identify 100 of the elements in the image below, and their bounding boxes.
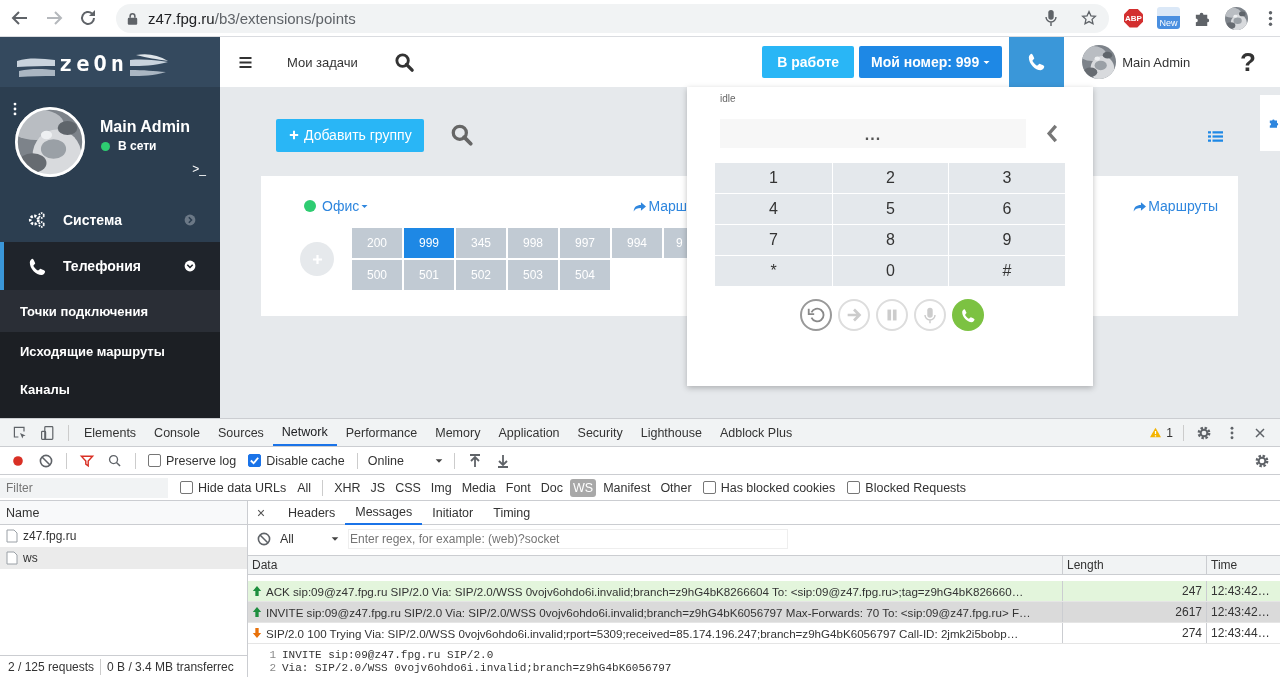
throttle-dropdown[interactable]: Online — [367, 453, 444, 468]
tasks-link[interactable]: Мои задачи — [287, 54, 358, 70]
keypad-key[interactable]: 9 — [949, 225, 1065, 255]
filter-icon[interactable] — [79, 452, 95, 469]
sidebar-item[interactable]: Телефония — [0, 242, 220, 290]
file-icon — [6, 551, 18, 565]
column-header: Name — [0, 501, 247, 525]
number-field[interactable]: ... — [720, 119, 1026, 148]
line-number: 1 — [268, 648, 277, 661]
keypad-key[interactable]: 4 — [715, 194, 832, 224]
keypad-key[interactable]: 2 — [833, 163, 948, 193]
code-line: Via: SIP/2.0/WSS 0vojv6ohdo6i.invalid;branch=z9hG4bK6056797 — [282, 661, 672, 674]
detail-tab[interactable]: Initiator — [422, 500, 484, 525]
settings-icon[interactable] — [1196, 424, 1212, 441]
devtools-tab[interactable]: Sources — [209, 419, 273, 446]
inspect-icon[interactable] — [12, 424, 28, 441]
transfer-size: 0 B / 3.4 MB transferrec — [107, 659, 234, 674]
devtools-tab[interactable]: Performance — [336, 419, 427, 446]
backspace-icon[interactable] — [1046, 124, 1058, 143]
lock-icon — [127, 11, 138, 25]
device-icon[interactable] — [40, 424, 56, 441]
type-filter[interactable]: XHR — [331, 478, 364, 497]
type-filter[interactable]: Font — [502, 478, 534, 497]
type-filter[interactable]: CSS — [392, 478, 424, 497]
microphone-icon[interactable] — [1043, 9, 1059, 27]
warning-count[interactable]: 1 — [1149, 425, 1173, 440]
plus-icon — [310, 252, 324, 266]
detail-tab[interactable]: Timing — [483, 500, 541, 525]
devtools-tab[interactable]: Application — [489, 419, 569, 446]
devtools-tab[interactable]: Memory — [426, 419, 490, 446]
menu-icon[interactable] — [238, 54, 253, 70]
keypad-key[interactable]: * — [715, 256, 832, 286]
star-icon[interactable] — [1081, 9, 1097, 27]
checkbox[interactable]: Blocked Requests — [847, 480, 967, 495]
request-row[interactable]: ws — [0, 547, 247, 569]
checkbox[interactable]: Disable cache — [248, 453, 345, 468]
devtools-tab[interactable]: Network — [272, 419, 337, 446]
keypad-key[interactable]: # — [949, 256, 1065, 286]
detail-tab[interactable]: Messages — [345, 500, 423, 525]
message-type-dropdown[interactable]: All — [280, 532, 340, 546]
type-filter[interactable]: Doc — [537, 478, 566, 497]
filter-field[interactable]: Filter — [0, 477, 168, 498]
file-icon — [6, 529, 18, 543]
submenu-item[interactable]: Точки подключения — [0, 290, 220, 332]
keypad-key[interactable]: 3 — [949, 163, 1065, 193]
arrow-down-icon — [252, 627, 262, 639]
more-icon[interactable] — [12, 102, 18, 116]
type-filter[interactable]: Img — [427, 478, 455, 497]
phone-button[interactable] — [1009, 37, 1065, 87]
console-link[interactable]: >_ — [192, 162, 206, 176]
line-number: 2 — [268, 661, 277, 674]
keypad-key[interactable]: 0 — [833, 256, 948, 286]
type-filter[interactable]: All — [294, 478, 315, 497]
keypad-key[interactable]: 1 — [715, 163, 832, 193]
table-cell: 2617 — [1063, 602, 1207, 622]
clear-icon[interactable] — [256, 531, 272, 547]
search-icon[interactable] — [393, 51, 415, 73]
checkbox[interactable]: Preserve log — [148, 453, 237, 468]
help-button[interactable]: ? — [1240, 46, 1256, 78]
settings-icon[interactable] — [1254, 452, 1270, 469]
arrow-up-icon — [252, 606, 262, 618]
devtools-tab[interactable]: Adblock Plus — [710, 419, 802, 446]
user-name: Main Admin — [1122, 54, 1191, 70]
clear-icon[interactable] — [38, 452, 54, 469]
extension-tile[interactable]: 999 — [404, 228, 454, 258]
keypad-key[interactable]: 5 — [833, 194, 948, 224]
checkbox[interactable]: Hide data URLs — [180, 480, 287, 495]
extension-button[interactable]: ABP — [1124, 8, 1143, 28]
table-cell-text: 12:43:42… — [1210, 604, 1271, 621]
detail-tab[interactable]: Headers — [278, 500, 346, 525]
table-cell-text: 12:43:44… — [1210, 625, 1271, 642]
keypad-key[interactable]: 7 — [715, 225, 832, 255]
type-filter[interactable]: Other — [657, 478, 695, 497]
call-action-button[interactable] — [800, 299, 832, 331]
request-row[interactable]: z47.fpg.ru — [0, 525, 247, 547]
address-bar[interactable]: z47.fpg.ru/b3/extensions/points — [116, 3, 1109, 33]
keypad-key[interactable]: 8 — [833, 225, 948, 255]
reload-icon[interactable] — [78, 8, 98, 28]
routes-link[interactable]: Марш — [632, 198, 687, 214]
call-state: idle — [720, 93, 737, 104]
devtools-tab[interactable]: Lighthouse — [631, 419, 711, 446]
group-dropdown[interactable]: Офис — [300, 198, 370, 214]
keypad-key[interactable]: 6 — [949, 194, 1065, 224]
routes-link[interactable]: Маршруты — [1132, 198, 1218, 214]
number-button[interactable]: Мой номер: 999 — [859, 46, 1003, 78]
message-text: SIP/2.0 100 Trying Via: SIP/2.0/WSS 0vojv6ohdo6i.invalid;rport=5309;received=85.174.196.247;branch=z9hG4bK6056797 Call-ID: 2jmk2i5bobp… — [266, 626, 1019, 640]
side-tab[interactable] — [1260, 95, 1280, 151]
sidebar-item[interactable]: Система — [0, 197, 220, 242]
table-cell-text: 12:43:42… — [1210, 583, 1271, 600]
type-filter[interactable]: Manifest — [600, 478, 654, 497]
checkbox[interactable]: Has blocked cookies — [702, 480, 836, 495]
devtools-tab[interactable]: Elements — [75, 419, 146, 446]
devtools-tab[interactable]: Security — [568, 419, 632, 446]
type-filter[interactable]: Media — [458, 478, 499, 497]
request-count: 2 / 125 requests — [8, 659, 95, 674]
type-filter[interactable]: JS — [367, 478, 389, 497]
search-icon[interactable] — [107, 452, 123, 469]
devtools-tab[interactable]: Console — [145, 419, 209, 446]
list-icon[interactable] — [1208, 129, 1223, 143]
regex-field[interactable]: Enter regex, for example: (web)?socket — [348, 529, 788, 549]
